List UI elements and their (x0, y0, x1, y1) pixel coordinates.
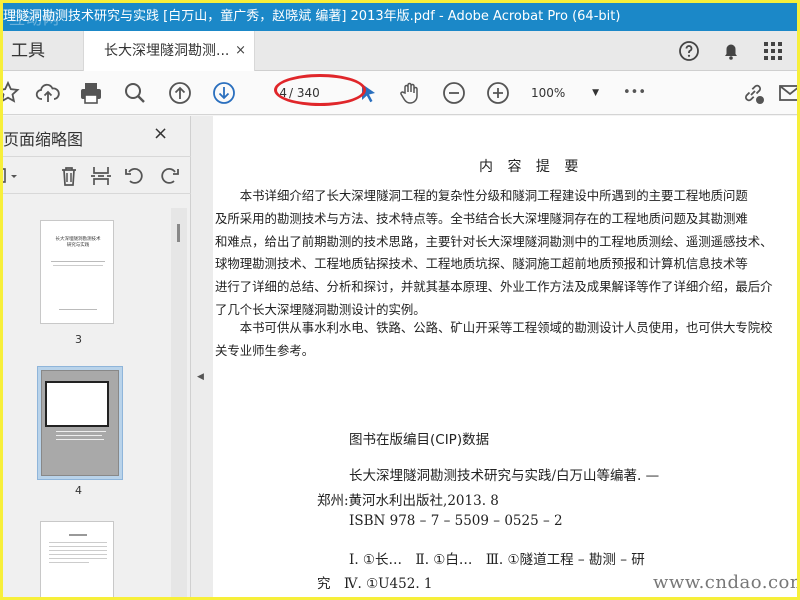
text-line: 关专业师生参考。 (215, 342, 315, 358)
panel-toolbar (3, 156, 191, 194)
panel-splitter[interactable]: ◀ (191, 116, 213, 597)
cloud-upload-icon[interactable] (35, 80, 61, 106)
cip-line: 长大深埋隧洞勘测技术研究与实践/白万山等编著. — (349, 468, 660, 484)
page-heading: 内 容 提 要 (479, 159, 584, 175)
chevron-down-icon: ▼ (592, 88, 599, 98)
extract-page-icon[interactable] (89, 164, 113, 188)
cip-line: ISBN 978 – 7 – 5509 – 0525 – 2 (349, 513, 563, 529)
text-line: 进行了详细的总结、分析和探讨，并就其基本原理、外业工作方法及成果解译等作了详细介… (215, 279, 773, 295)
delete-page-icon[interactable] (57, 164, 81, 188)
panel-title: 页面缩略图 (3, 130, 84, 149)
scrollbar-thumb[interactable] (177, 224, 180, 242)
title-watermark: 互动网 (9, 9, 61, 28)
text-line: 本书详细介绍了长大深埋隧洞工程的复杂性分级和隧洞工程建设中所遇到的主要工程地质问… (215, 188, 748, 203)
bookmark-star-icon[interactable] (3, 80, 21, 106)
zoom-out-icon[interactable] (441, 80, 467, 106)
text-line: 和难点，给出了前期勘测的技术思路，主要针对长大深埋隧洞勘测中的工程地质测绘、遥测… (215, 233, 773, 249)
cip-line: 郑州:黄河水利出版社,2013. 8 (317, 493, 499, 509)
hand-tool-icon[interactable] (397, 80, 423, 106)
apps-grid-icon[interactable] (761, 39, 785, 63)
site-watermark: www.cndao.com (653, 572, 797, 593)
search-icon[interactable] (122, 80, 148, 106)
thumbnails-panel: 页面缩略图 × 长大深埋隧洞勘测技术 研究与实践 3 4 (3, 116, 191, 597)
title-bar: 理隧洞勘测技术研究与实践 [白万山，童广秀，赵晓斌 编著] 2013年版.pdf… (3, 3, 797, 31)
cip-line: Ⅰ. ①长… Ⅱ. ①白… Ⅲ. ①隧道工程 – 勘测 – 研 (349, 552, 645, 568)
cip-heading: 图书在版编目(CIP)数据 (349, 432, 490, 448)
rotate-right-icon[interactable] (157, 164, 181, 188)
main-toolbar: / 340 100% ▼ ••• (3, 71, 797, 115)
paragraph-2: 本书可供从事水利水电、铁路、公路、矿山开采等工程领域的勘测设计人员使用，也可供大… (215, 317, 773, 363)
thumbnail-page-number: 3 (75, 333, 82, 346)
thumb-title-line2: 研究与实践 (66, 243, 90, 248)
zoom-level-value: 100% (531, 86, 566, 100)
tab-tools[interactable]: 工具 (3, 31, 83, 71)
document-page: 内 容 提 要 本书详细介绍了长大深埋隧洞工程的复杂性分级和隧洞工程建设中所遇到… (213, 116, 797, 597)
thumbnail-viewport-box (45, 381, 109, 427)
paragraph-1: 本书详细介绍了长大深埋隧洞工程的复杂性分级和隧洞工程建设中所遇到的主要工程地质问… (215, 185, 773, 322)
text-line: 及所采用的勘测技术与方法、技术特点等。全书结合长大深埋隧洞存在的工程地质问题及其… (215, 210, 748, 226)
tab-close-button[interactable]: × (235, 31, 246, 71)
cip-line: 究 Ⅳ. ①U452. 1 (317, 576, 433, 592)
next-page-icon[interactable] (211, 80, 237, 106)
tab-document-label: 长大深埋隧洞勘测... (104, 43, 230, 59)
more-tools-button[interactable]: ••• (623, 80, 649, 106)
help-icon[interactable] (677, 39, 701, 63)
bell-icon[interactable] (719, 39, 743, 63)
text-line: 本书可供从事水利水电、铁路、公路、矿山开采等工程领域的勘测设计人员使用，也可供大… (215, 320, 773, 335)
collapse-arrow-icon[interactable]: ◀ (197, 372, 204, 382)
panel-close-button[interactable]: × (153, 123, 168, 144)
email-icon[interactable] (777, 80, 797, 106)
window-title: 理隧洞勘测技术研究与实践 [白万山，童广秀，赵晓斌 编著] 2013年版.pdf… (3, 9, 621, 24)
options-menu-icon[interactable] (3, 164, 19, 188)
previous-page-icon[interactable] (167, 80, 193, 106)
highlight-oval (274, 74, 366, 106)
thumbnail-page-number: 4 (75, 484, 82, 497)
thumbnail-page-4[interactable] (41, 370, 119, 476)
thumbnail-list: 长大深埋隧洞勘测技术 研究与实践 3 4 (3, 208, 173, 597)
thumbnail-page-5[interactable] (40, 521, 114, 597)
zoom-in-icon[interactable] (485, 80, 511, 106)
tab-row: 工具 长大深埋隧洞勘测... × (3, 31, 797, 72)
thumbnail-scrollbar[interactable] (171, 208, 187, 597)
acrobat-window: 理隧洞勘测技术研究与实践 [白万山，童广秀，赵晓斌 编著] 2013年版.pdf… (3, 3, 797, 597)
zoom-level-select[interactable]: 100% ▼ (531, 82, 603, 104)
thumbnail-page-3[interactable]: 长大深埋隧洞勘测技术 研究与实践 (40, 220, 114, 324)
text-line: 球物理勘测技术、工程地质钻探技术、工程地质坑探、隧洞施工超前地质预报和计算机信息… (215, 256, 748, 272)
rotate-left-icon[interactable] (123, 164, 147, 188)
tab-document[interactable]: 长大深埋隧洞勘测... × (83, 31, 255, 72)
share-link-icon[interactable] (740, 80, 766, 106)
print-icon[interactable] (78, 80, 104, 106)
